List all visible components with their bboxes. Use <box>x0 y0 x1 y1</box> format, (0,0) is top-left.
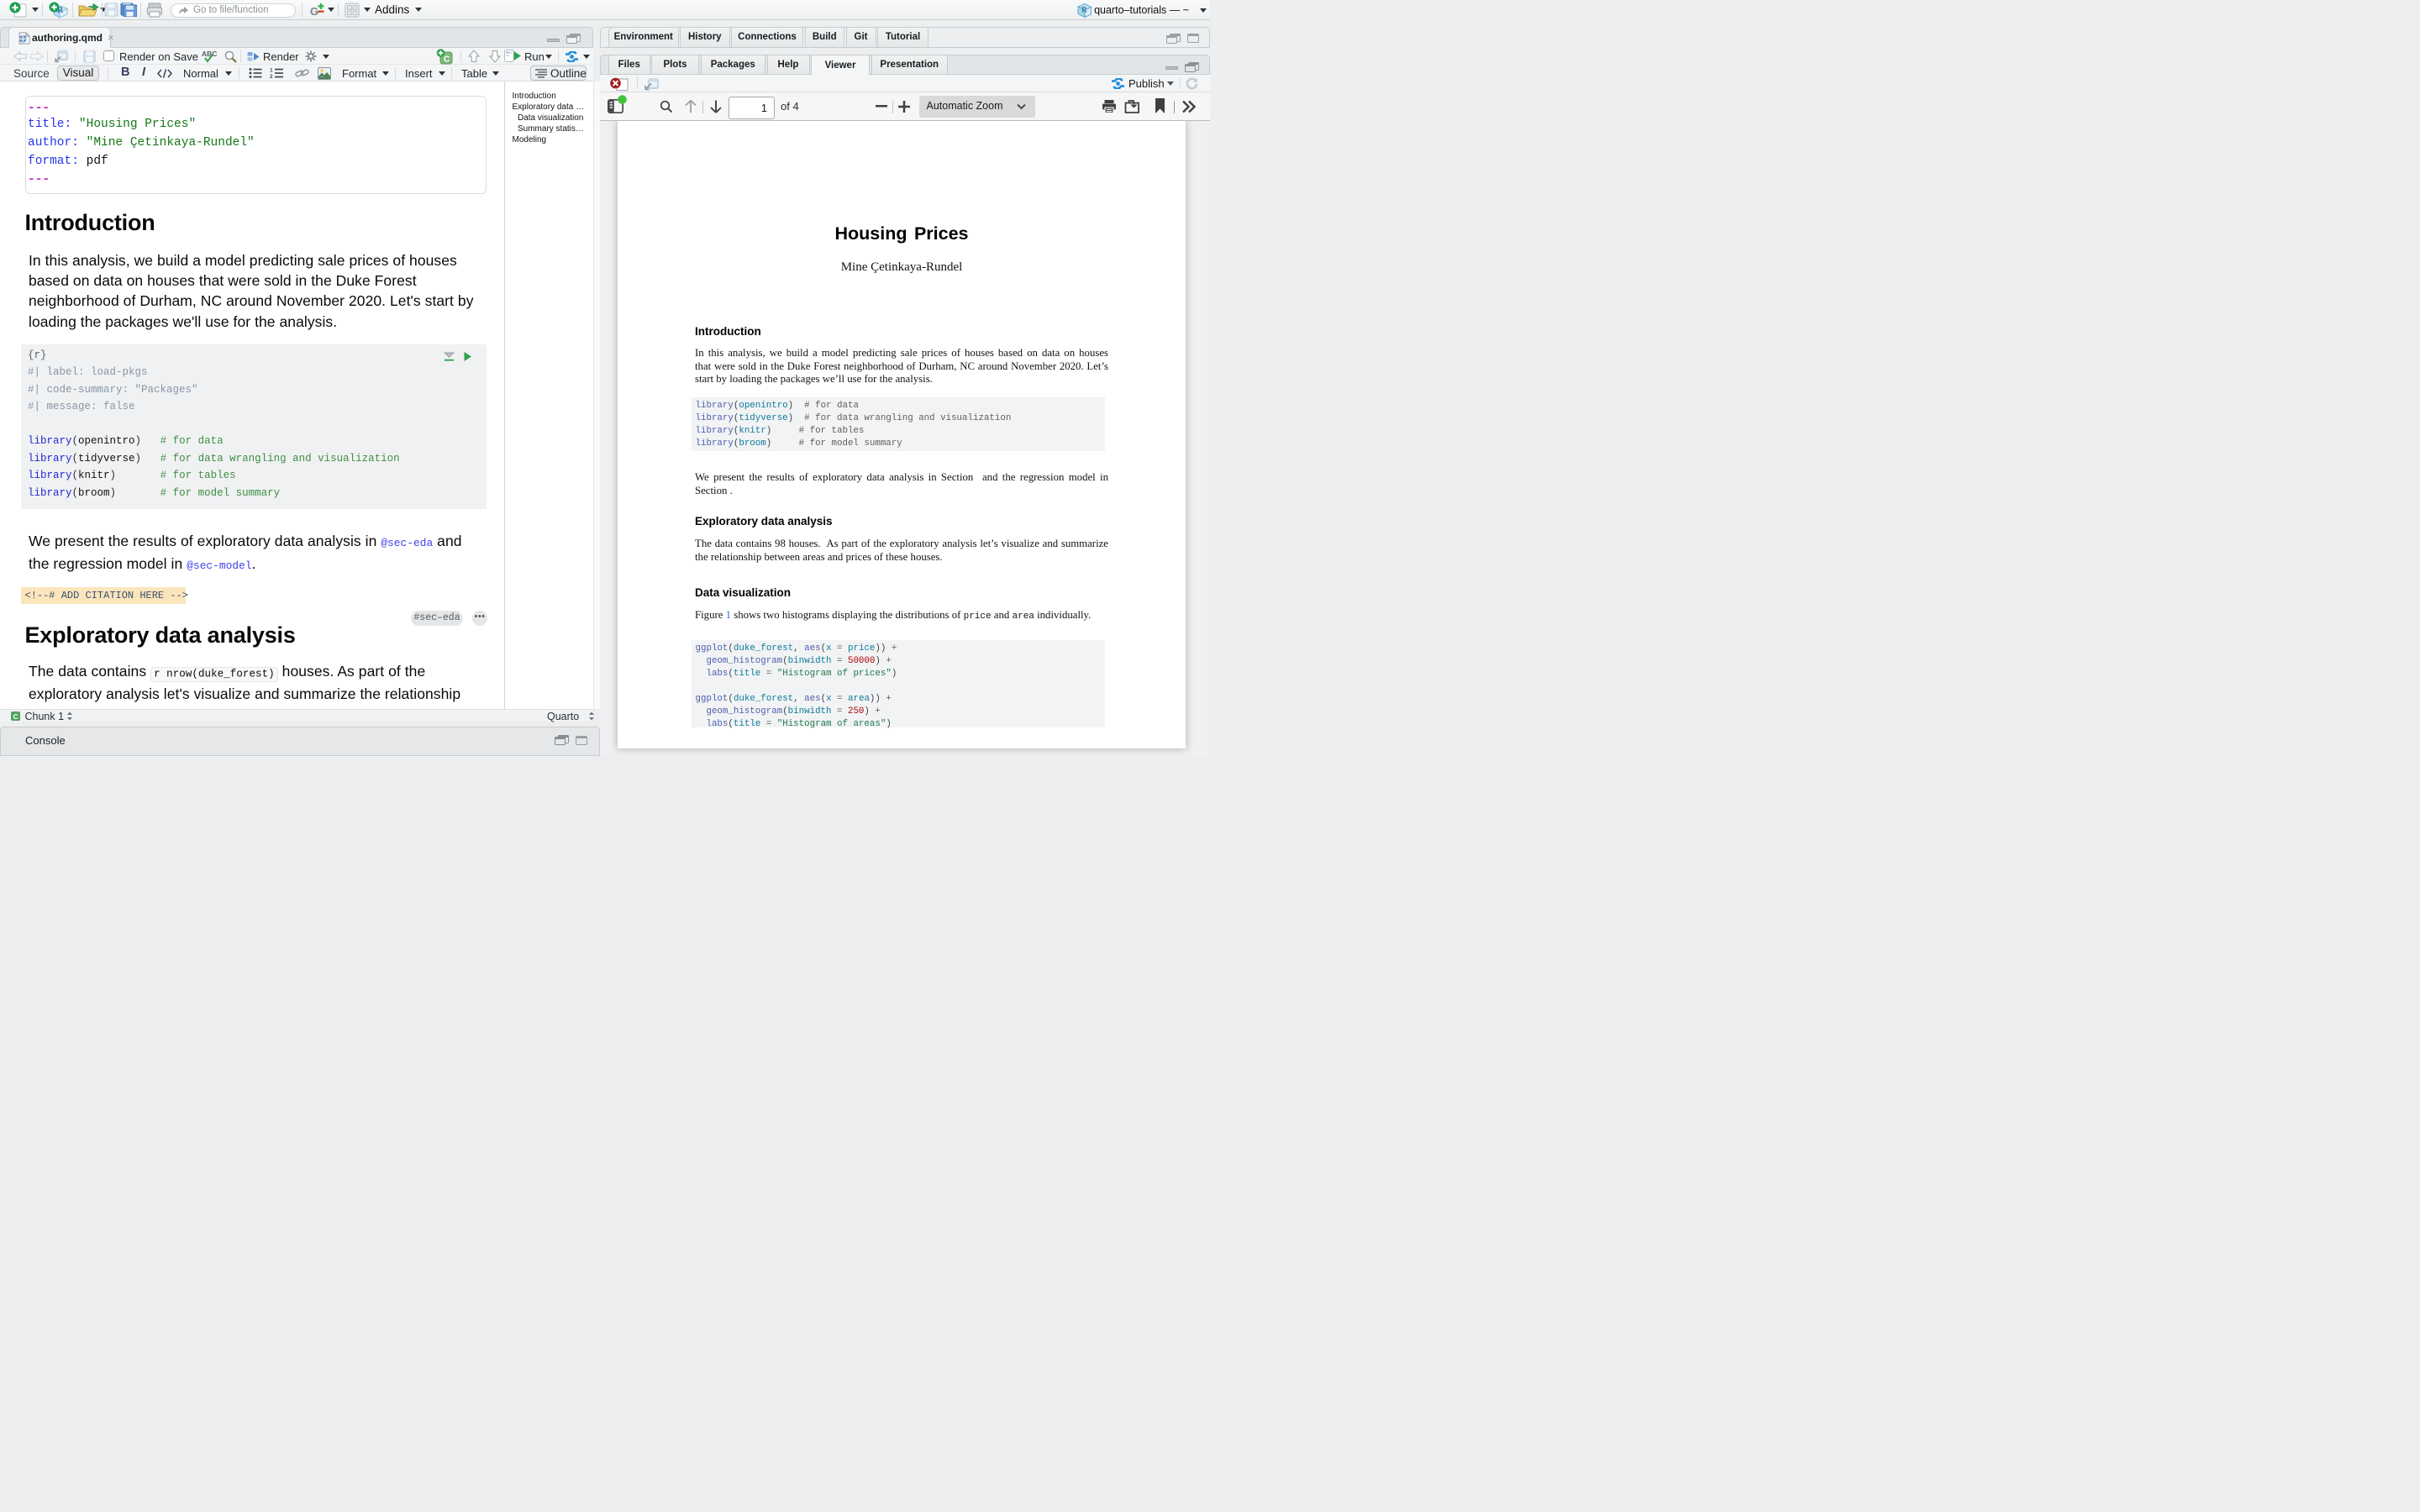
svg-text:C: C <box>444 55 450 64</box>
svg-text:R: R <box>1081 6 1087 14</box>
svg-text:C: C <box>13 711 18 720</box>
svg-text:1: 1 <box>270 68 273 74</box>
svg-text:ABC: ABC <box>202 50 217 58</box>
svg-text:G: G <box>310 5 318 18</box>
svg-text:2: 2 <box>270 74 273 79</box>
